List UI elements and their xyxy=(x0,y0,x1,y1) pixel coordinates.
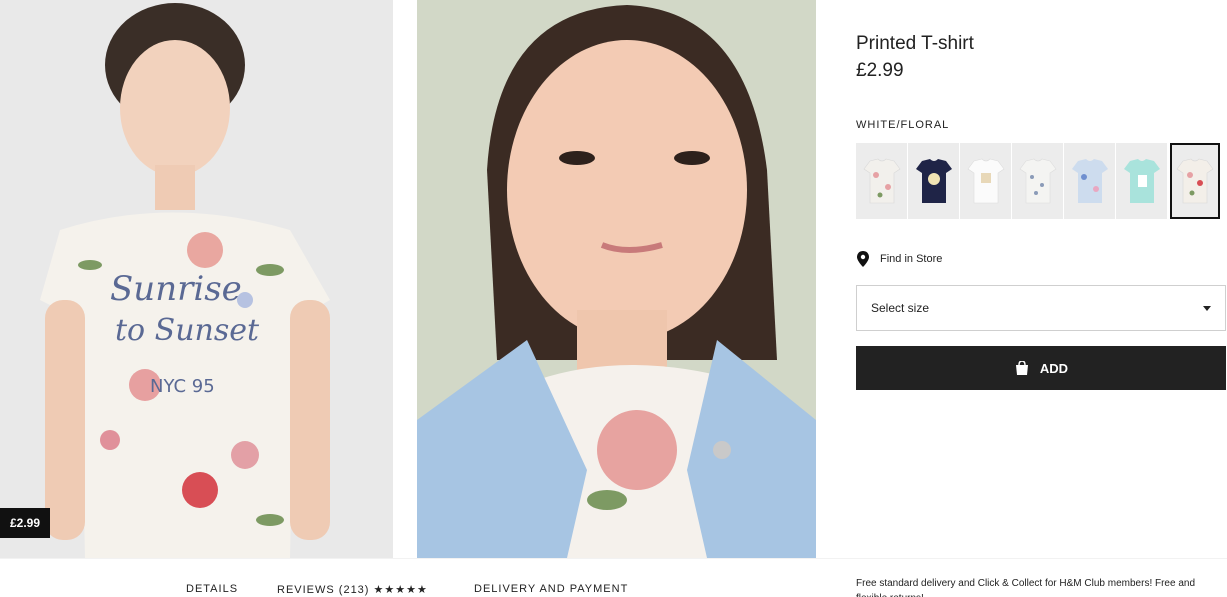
swatch-navy-unicorn[interactable] xyxy=(908,143,959,219)
product-photo-closeup xyxy=(417,0,816,558)
add-button-label: ADD xyxy=(1039,360,1069,376)
swatch-white-floral-selected[interactable] xyxy=(1170,143,1220,219)
tab-details[interactable]: DETAILS xyxy=(186,583,238,595)
delivery-promo-text: Free standard delivery and Click & Colle… xyxy=(856,578,1196,597)
swatch-mint-print[interactable] xyxy=(1116,143,1167,219)
shopping-bag-icon xyxy=(1015,361,1028,375)
product-photo-front: Sunrise to Sunset NYC 95 xyxy=(0,0,393,558)
rating-stars: ★★★★★ xyxy=(373,584,428,596)
find-in-store-link[interactable]: Find in Store xyxy=(856,251,942,267)
swatch-white-print[interactable] xyxy=(960,143,1011,219)
tshirt-icon xyxy=(1123,159,1160,203)
svg-text:to Sunset: to Sunset xyxy=(115,313,260,348)
swatch-blue-floral[interactable] xyxy=(1064,143,1115,219)
location-pin-icon xyxy=(857,251,869,267)
tshirt-icon xyxy=(863,158,900,204)
swatch-white-butterfly[interactable] xyxy=(1012,143,1063,219)
find-in-store-label: Find in Store xyxy=(880,253,943,265)
tab-delivery-payment[interactable]: DELIVERY AND PAYMENT xyxy=(474,583,628,595)
tshirt-icon xyxy=(1071,159,1108,203)
tshirt-icon xyxy=(1176,158,1214,204)
svg-text:NYC 95: NYC 95 xyxy=(150,376,215,397)
tshirt-icon xyxy=(1019,158,1056,204)
tshirt-icon xyxy=(967,158,1004,204)
product-title: Printed T-shirt xyxy=(856,33,974,54)
tab-reviews[interactable]: REVIEWS (213) ★★★★★ xyxy=(277,583,428,596)
product-image-front[interactable]: Sunrise to Sunset NYC 95 xyxy=(0,0,393,558)
color-swatches xyxy=(856,143,1220,219)
add-to-bag-button[interactable]: ADD xyxy=(856,346,1226,390)
bottom-tabs-bar: DETAILS REVIEWS (213) ★★★★★ DELIVERY AND… xyxy=(0,558,1227,597)
swatch-white-floral-1[interactable] xyxy=(856,143,907,219)
chevron-down-icon xyxy=(1203,305,1211,311)
tshirt-icon xyxy=(915,159,952,203)
svg-text:Sunrise: Sunrise xyxy=(110,269,242,309)
color-label: WHITE/FLORAL xyxy=(856,119,950,131)
price-tag: £2.99 xyxy=(0,508,50,538)
reviews-label: REVIEWS (213) xyxy=(277,584,370,596)
product-price: £2.99 xyxy=(856,60,904,81)
size-select[interactable]: Select size xyxy=(856,285,1226,331)
size-select-value: Select size xyxy=(871,301,930,315)
product-image-closeup[interactable] xyxy=(417,0,816,558)
